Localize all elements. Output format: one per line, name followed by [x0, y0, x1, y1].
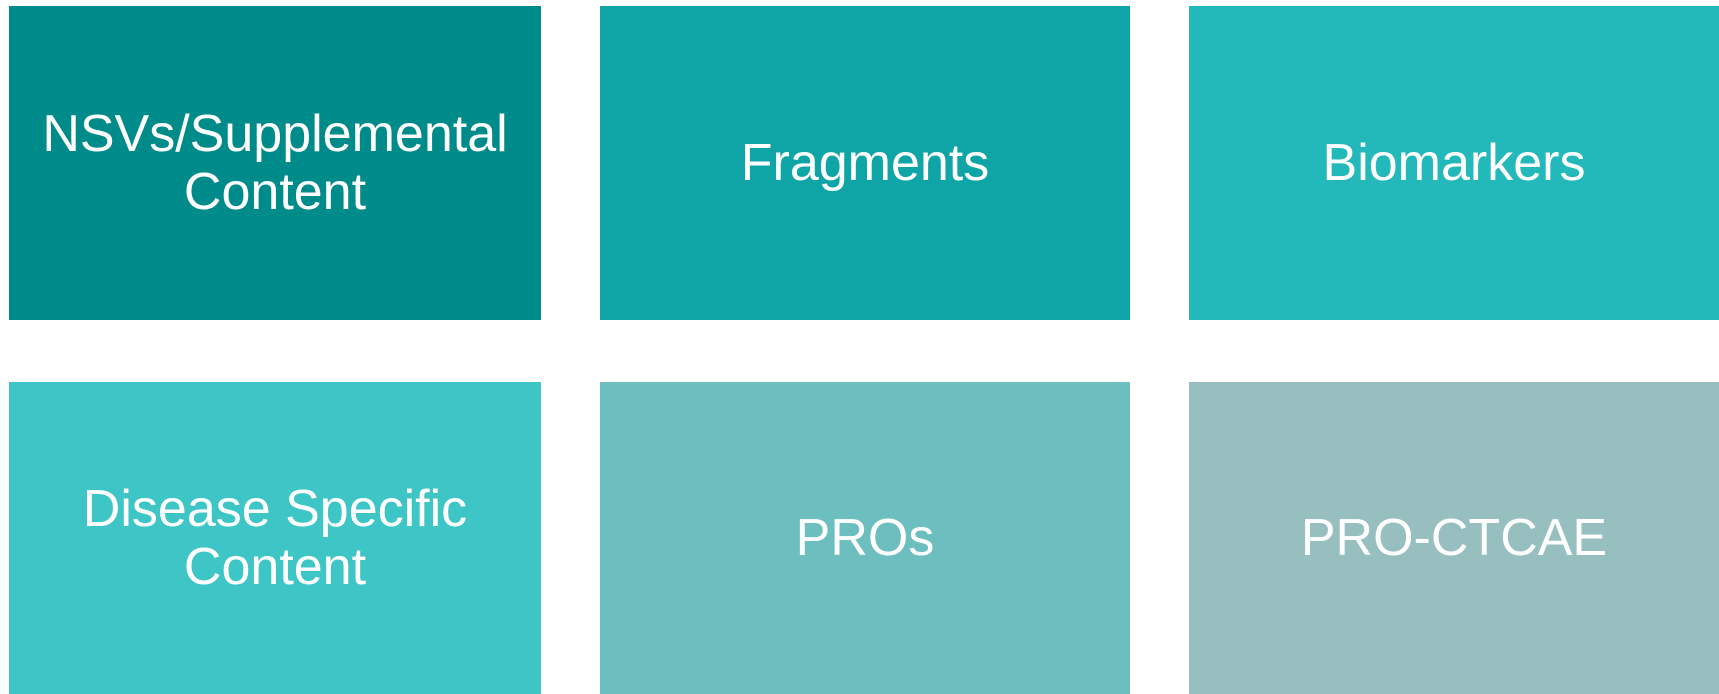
tile-nsvs-supplemental-content: NSVs/Supplemental Content [9, 6, 541, 320]
tile-fragments: Fragments [600, 6, 1130, 320]
tile-label: PROs [795, 509, 935, 567]
tile-label: NSVs/Supplemental Content [42, 105, 508, 221]
tile-label: Biomarkers [1322, 134, 1586, 192]
tile-pros: PROs [600, 382, 1130, 694]
tile-label: PRO-CTCAE [1300, 509, 1608, 567]
tile-biomarkers: Biomarkers [1189, 6, 1719, 320]
tile-disease-specific-content: Disease Specific Content [9, 382, 541, 694]
tile-label: Disease Specific Content [82, 480, 468, 596]
tile-label: Fragments [740, 134, 990, 192]
tile-pro-ctcae: PRO-CTCAE [1189, 382, 1719, 694]
